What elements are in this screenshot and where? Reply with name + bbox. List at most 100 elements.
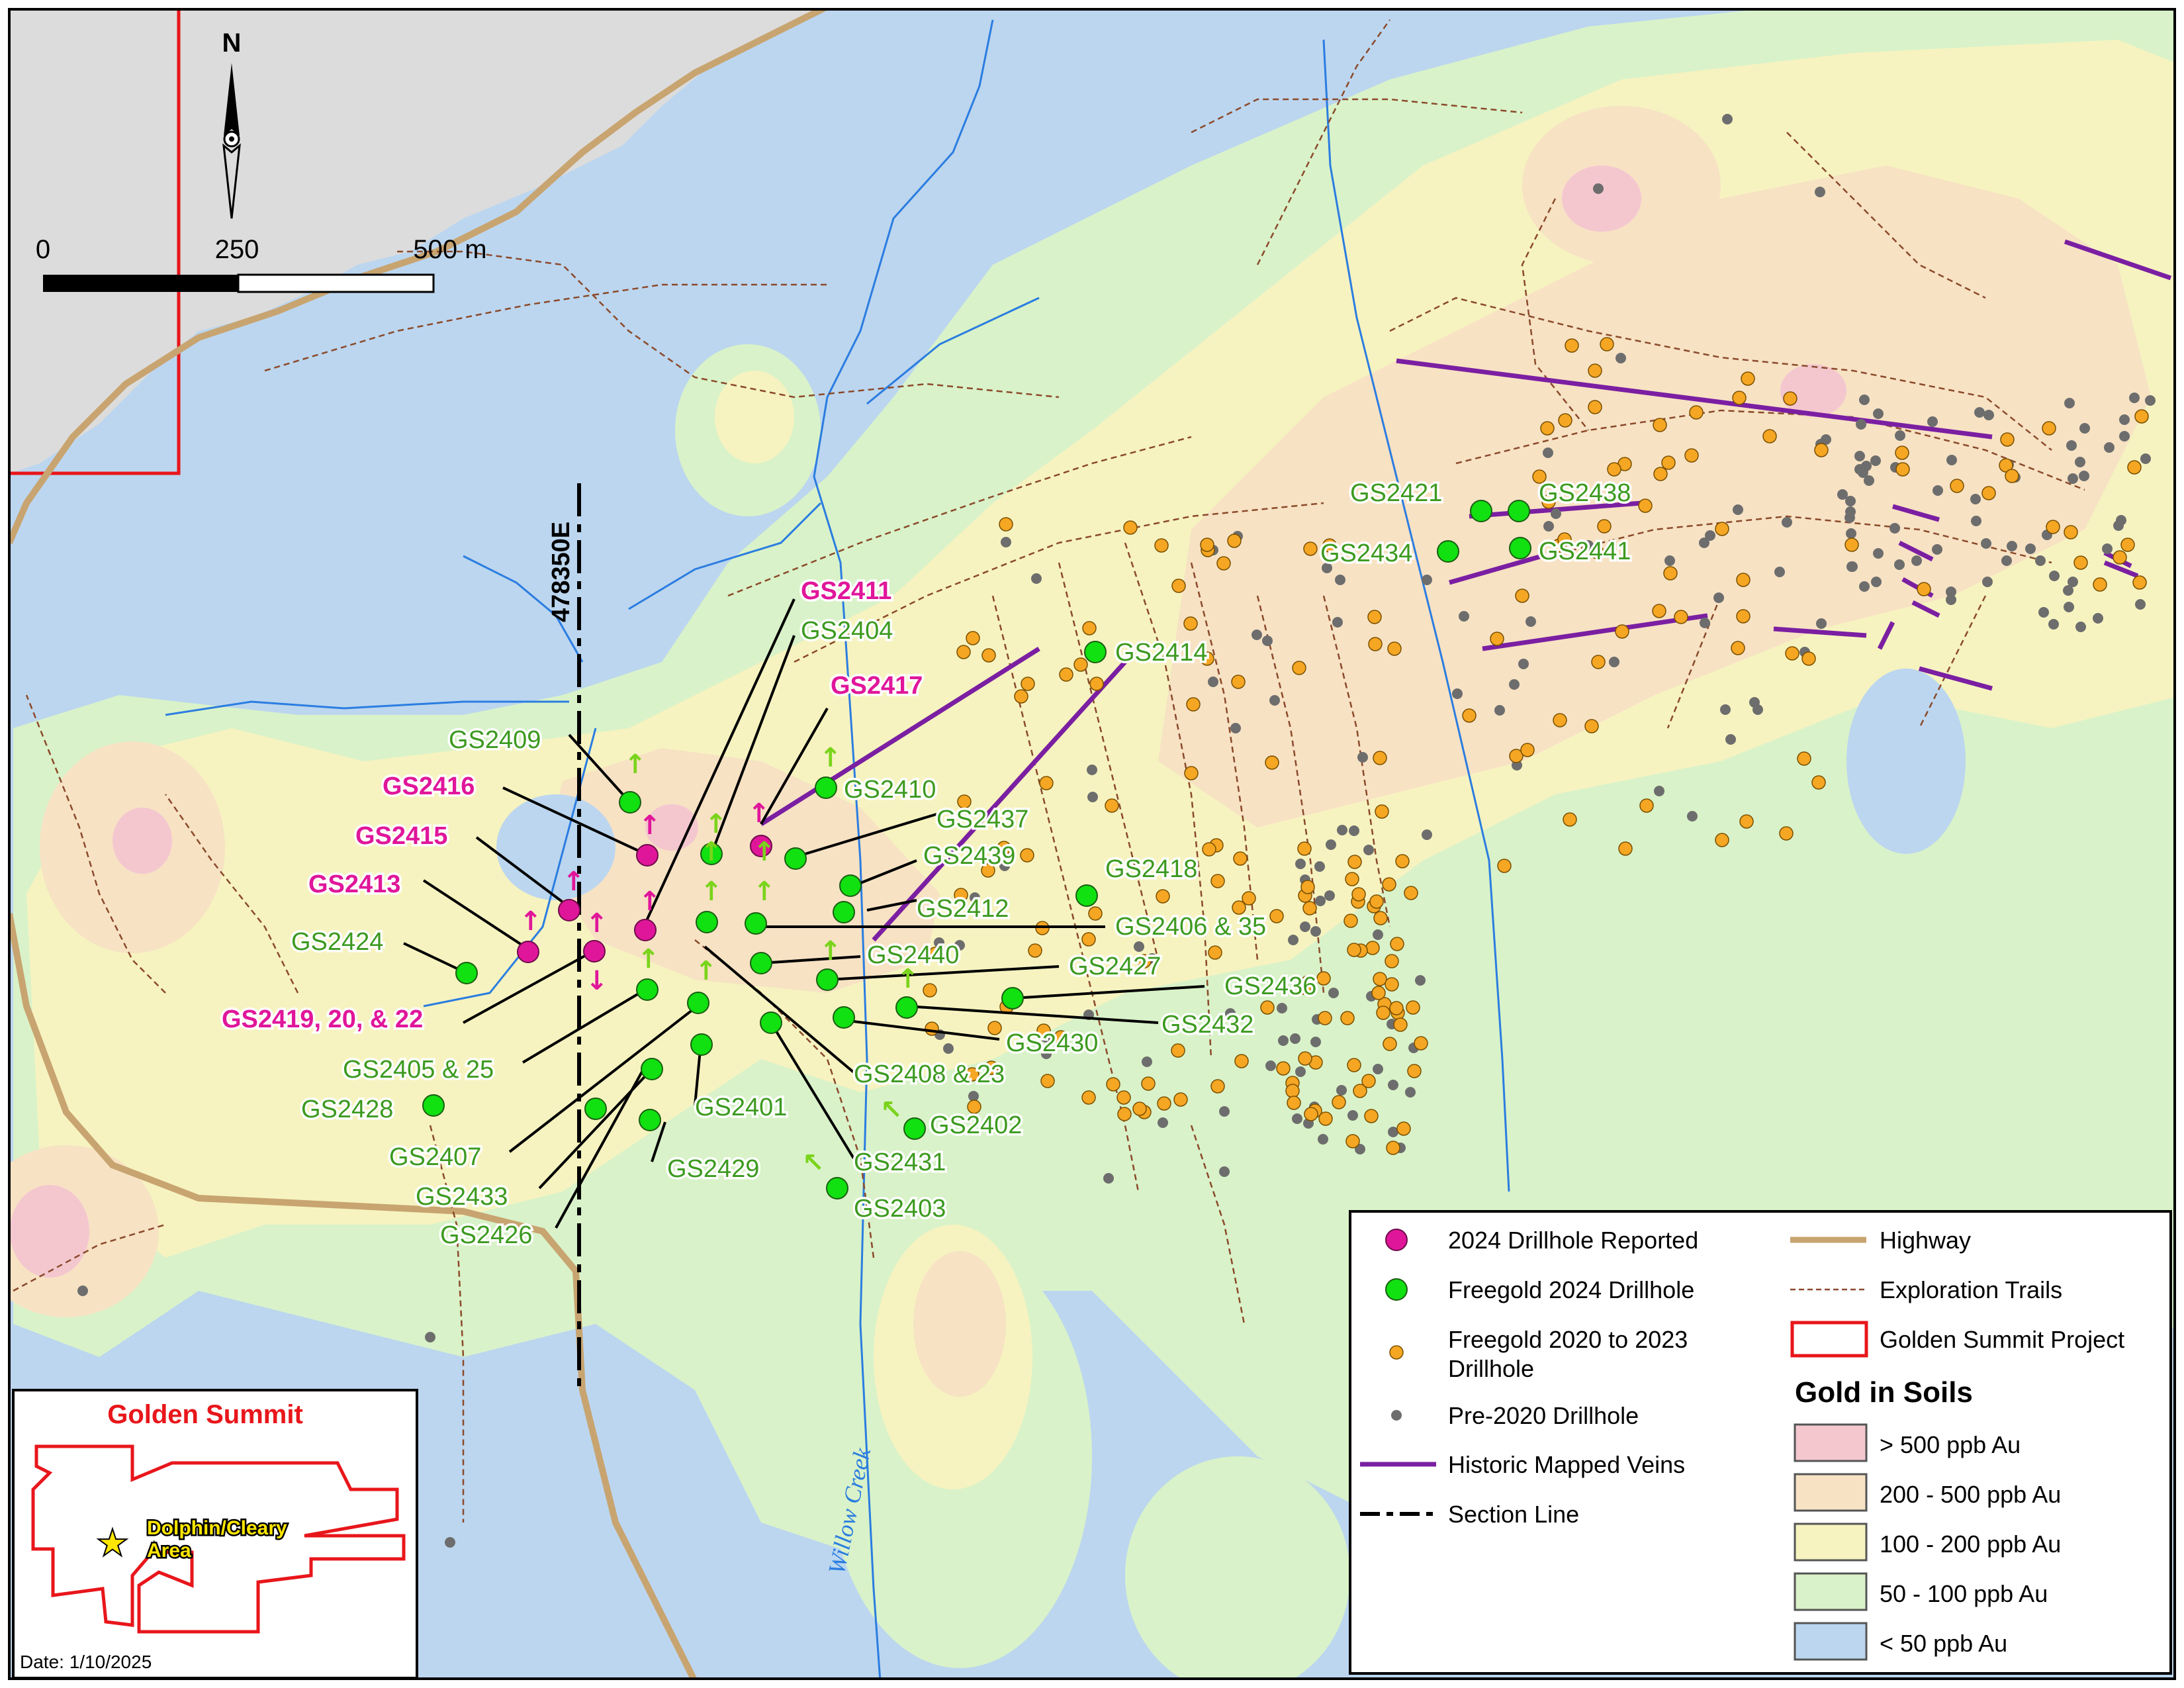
freegold-2020-2023-drillhole: [1276, 1061, 1291, 1076]
pre-2020-drillhole: [1292, 1113, 1302, 1124]
pre-2020-drillhole: [1452, 688, 1463, 699]
freegold-2020-2023-drillhole: [1779, 826, 1794, 841]
freegold-2020-2023-drillhole: [1345, 1134, 1360, 1149]
freegold-2020-2023-drillhole: [1638, 498, 1653, 513]
pre-2020-drillhole: [1543, 521, 1554, 532]
pre-2020-drillhole: [1946, 455, 1957, 465]
freegold-2020-2023-drillhole: [1210, 1079, 1225, 1094]
freegold-2020-2023-drillhole: [1801, 651, 1816, 666]
pre-2020-drillhole: [1373, 1064, 1383, 1074]
pre-2020-drillhole: [1911, 555, 1922, 566]
freegold-2020-2023-drillhole: [923, 983, 937, 998]
freegold-2020-2023-drillhole: [1597, 519, 1612, 534]
freegold-2020-2023-drillhole: [1715, 522, 1729, 536]
freegold-2020-2023-drillhole: [1462, 708, 1477, 723]
pre-2020-drillhole: [1983, 410, 1994, 420]
freegold-2020-2023-drillhole: [1390, 937, 1404, 951]
freegold-2020-2023-drillhole: [1387, 641, 1402, 656]
pre-2020-drillhole: [1337, 825, 1347, 835]
pre-2020-drillhole: [1946, 594, 1956, 605]
freegold-2020-2023-drillhole: [966, 631, 980, 645]
pre-2020-drillhole: [1103, 1173, 1114, 1184]
pre-2020-drillhole: [1295, 1066, 1306, 1077]
pre-2020-drillhole: [1895, 430, 1905, 441]
freegold-2020-2023-drillhole: [1639, 798, 1654, 813]
inset-date: Date: 1/10/2025: [20, 1652, 152, 1672]
freegold-2020-2023-drillhole: [1404, 886, 1418, 900]
label-gs2411: GS2411: [801, 577, 891, 605]
pre-2020-drillhole: [1970, 494, 1981, 504]
freegold-2020-2023-drillhole: [1515, 588, 1529, 603]
freegold-2020-2023-drillhole: [2127, 460, 2142, 475]
pre-2020-drillhole: [1664, 555, 1675, 566]
freegold-2020-2023-drillhole: [1558, 413, 1572, 428]
pre-2020-drillhole: [2119, 431, 2130, 442]
freegold-2020-2023-drillhole: [1731, 641, 1745, 655]
pre-2020-drillhole: [1861, 461, 1872, 471]
freegold-2020-2023-drillhole: [1156, 889, 1170, 904]
freegold-2020-2023-drillhole: [1615, 624, 1629, 639]
pre-2020-drillhole: [2104, 442, 2115, 453]
pre-2020-drillhole: [2007, 541, 2017, 551]
pre-2020-drillhole: [1894, 559, 1905, 570]
pre-2020-drillhole: [1494, 705, 1505, 716]
freegold-2020-2023-drillhole: [1318, 1011, 1332, 1025]
pre-2020-drillhole: [1251, 630, 1262, 640]
label-gs2403: GS2403: [854, 1195, 946, 1223]
pre-2020-drillhole: [2068, 473, 2078, 484]
freegold-2020-2023-drillhole: [1607, 462, 1621, 477]
freegold-2020-2023-drillhole: [1785, 646, 1799, 661]
freegold-2020-2023-drillhole: [1292, 661, 1306, 675]
freegold-2020-2023-drillhole: [1618, 841, 1633, 856]
freegold-2020-2023-drillhole: [1364, 1109, 1379, 1123]
freegold-2020-2023-drillhole: [2073, 555, 2088, 570]
pre-2020-drillhole: [1422, 575, 1432, 585]
pre-2020-drillhole: [1158, 1117, 1168, 1128]
pre-2020-drillhole: [2079, 423, 2090, 434]
freegold-2020-2023-drillhole: [1382, 877, 1396, 892]
freegold-2020-2023-drillhole: [1553, 713, 1567, 727]
pre-2020-drillhole: [1700, 618, 1710, 628]
pre-2020-drillhole: [1509, 679, 1520, 690]
pre-2020-drillhole: [1290, 1033, 1300, 1044]
svg-text:↑: ↑: [753, 876, 776, 907]
freegold-2020-2023-drillhole: [1389, 1001, 1404, 1015]
legend-soil-0: > 500 ppb Au: [1880, 1431, 2021, 1458]
svg-text:↓: ↓: [586, 966, 608, 996]
pre-2020-drillhole: [1971, 516, 1981, 526]
pre-2020-drillhole: [1332, 617, 1343, 628]
pre-2020-drillhole: [1269, 695, 1280, 706]
pre-2020-drillhole: [2049, 571, 2060, 581]
label-gs2441: GS2441: [1539, 538, 1631, 565]
pre-2020-drillhole: [2093, 613, 2103, 624]
freegold-2020-2023-drillhole: [1373, 972, 1387, 986]
freegold-2020-2023-drillhole: [1269, 909, 1284, 923]
legend-pre2020-icon: [1391, 1410, 1402, 1421]
svg-text:↑: ↑: [695, 956, 717, 986]
label-gs2440: GS2440: [867, 941, 959, 969]
freegold-2020-2023-drillhole: [2113, 550, 2127, 565]
svg-text:500 m: 500 m: [413, 235, 486, 264]
svg-text:0: 0: [36, 235, 50, 264]
svg-text:↑: ↑: [637, 944, 660, 974]
freegold-2020-2023-drillhole: [1343, 914, 1358, 928]
freegold-2020-2023-drillhole: [1106, 1077, 1120, 1092]
pre-2020-drillhole: [1974, 407, 1985, 418]
label-gs2408-23: GS2408 & 23: [854, 1060, 1005, 1088]
legend-freegold2024-icon: [1385, 1278, 1408, 1301]
pre-2020-drillhole: [2102, 543, 2113, 554]
pre-2020-drillhole: [2145, 395, 2156, 406]
pre-2020-drillhole: [1713, 592, 1724, 603]
label-gs2404: GS2404: [801, 617, 893, 645]
freegold-2020-2023-drillhole: [1242, 891, 1256, 906]
freegold-2020-2023-drillhole: [1406, 1000, 1420, 1015]
label-gs2431: GS2431: [854, 1149, 946, 1176]
pre-2020-drillhole: [1318, 1134, 1328, 1145]
pre-2020-drillhole: [1219, 1166, 1230, 1177]
pre-2020-drillhole: [1870, 455, 1881, 466]
pre-2020-drillhole: [1288, 935, 1298, 945]
label-gs2430: GS2430: [1006, 1029, 1098, 1057]
freegold-2020-2023-drillhole: [1588, 363, 1602, 378]
pre-2020-drillhole: [2135, 599, 2146, 610]
label-gs2439: GS2439: [923, 842, 1015, 870]
